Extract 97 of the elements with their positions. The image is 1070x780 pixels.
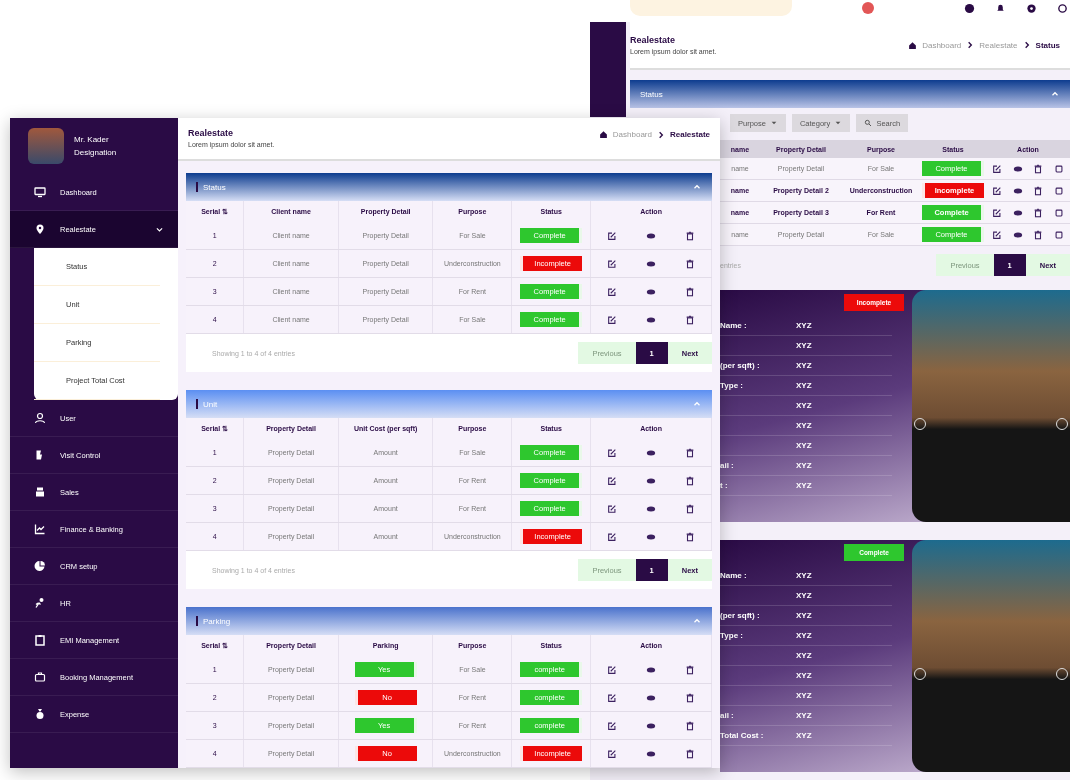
clipboard-icon [34, 634, 46, 646]
edit-icon[interactable] [606, 258, 617, 269]
search-field[interactable] [630, 0, 792, 16]
panel-title: Unit [203, 399, 218, 409]
power-icon[interactable] [1057, 2, 1068, 14]
trash-icon[interactable] [685, 503, 696, 514]
field-label: Name : [720, 321, 747, 330]
edit-icon[interactable] [606, 475, 617, 486]
square-icon[interactable] [1053, 163, 1064, 174]
field-value: XYZ [796, 631, 812, 640]
field-value: XYZ [796, 321, 812, 330]
field-label: Type : [720, 631, 743, 640]
trash-icon[interactable] [685, 531, 696, 542]
edit-icon[interactable] [606, 314, 617, 325]
chevron-right-icon [1022, 41, 1031, 49]
briefcase-icon [34, 671, 46, 683]
trash-icon[interactable] [1033, 163, 1044, 174]
panel-title: Parking [203, 616, 231, 626]
edit-icon[interactable] [606, 720, 617, 731]
line-chart-icon [34, 523, 46, 535]
field-value: XYZ [796, 711, 812, 720]
trash-icon[interactable] [685, 475, 696, 486]
field-label: ail : [720, 461, 734, 470]
field-value: XYZ [796, 611, 812, 620]
field-value: XYZ [796, 571, 812, 580]
trash-icon[interactable] [685, 692, 696, 703]
home-icon [908, 40, 918, 50]
edit-icon[interactable] [992, 185, 1003, 196]
edit-icon[interactable] [606, 503, 617, 514]
field-label: Name : [720, 571, 747, 580]
breadcrumb-link[interactable]: Status [1035, 40, 1060, 50]
trash-icon[interactable] [685, 314, 696, 325]
edit-icon[interactable] [606, 447, 617, 458]
settings-icon[interactable] [1026, 2, 1037, 14]
panel-header[interactable]: Status [630, 80, 1070, 108]
field-value: XYZ [796, 341, 812, 350]
caret-icon [769, 119, 778, 127]
trash-icon[interactable] [685, 720, 696, 731]
caret-icon [834, 119, 843, 127]
field-value: XYZ [796, 381, 812, 390]
edit-icon[interactable] [992, 163, 1003, 174]
edit-icon[interactable] [606, 286, 617, 297]
trash-icon[interactable] [685, 230, 696, 241]
field-value: XYZ [796, 441, 812, 450]
edit-icon[interactable] [606, 531, 617, 542]
square-icon[interactable] [1053, 207, 1064, 218]
field-value: XYZ [796, 671, 812, 680]
trash-icon[interactable] [685, 258, 696, 269]
trash-icon[interactable] [685, 748, 696, 759]
edit-icon[interactable] [606, 664, 617, 675]
page-title: Realestate [630, 35, 677, 45]
message-icon[interactable] [964, 2, 975, 14]
location-pin-icon [34, 223, 46, 235]
chevron-right-icon [656, 130, 665, 139]
person-icon [34, 597, 46, 609]
field-label: (per sqft) : [720, 361, 760, 370]
field-value: XYZ [796, 591, 812, 600]
edit-icon[interactable] [606, 748, 617, 759]
field-value: XYZ [796, 691, 812, 700]
field-label: t : [720, 481, 728, 490]
field-label: ail : [720, 711, 734, 720]
panel-title: Status [203, 182, 226, 192]
breadcrumb-link[interactable]: Realestate [669, 130, 710, 139]
edit-icon[interactable] [606, 230, 617, 241]
field-value: XYZ [796, 421, 812, 430]
user-name: Mr. Kader [74, 135, 110, 144]
pie-chart-icon [34, 560, 46, 572]
user-designation: Designation [74, 148, 117, 157]
trash-icon[interactable] [685, 664, 696, 675]
field-value: XYZ [796, 361, 812, 370]
page-title: Realestate [188, 128, 235, 138]
square-icon[interactable] [1053, 229, 1064, 240]
field-value: XYZ [796, 401, 812, 410]
trash-icon[interactable] [685, 447, 696, 458]
monitor-icon [34, 186, 46, 198]
money-bag-icon [34, 708, 46, 720]
edit-icon[interactable] [992, 229, 1003, 240]
trash-icon[interactable] [1033, 229, 1044, 240]
register-icon [34, 486, 46, 498]
search-icon [864, 119, 873, 127]
trash-icon[interactable] [1033, 207, 1044, 218]
avatar-photo [28, 128, 64, 164]
bell-icon[interactable] [995, 2, 1006, 14]
user-icon [34, 412, 46, 424]
edit-icon[interactable] [992, 207, 1003, 218]
home-icon [598, 130, 608, 139]
edit-icon[interactable] [606, 692, 617, 703]
field-label: Total Cost : [720, 731, 764, 740]
field-label: (per sqft) : [720, 611, 760, 620]
field-label: Type : [720, 381, 743, 390]
panel-title: Status [640, 89, 663, 99]
trash-icon[interactable] [685, 286, 696, 297]
field-value: XYZ [796, 461, 812, 470]
chevron-right-icon [966, 41, 975, 49]
trash-icon[interactable] [1033, 185, 1044, 196]
field-value: XYZ [796, 651, 812, 660]
square-icon[interactable] [1053, 185, 1064, 196]
